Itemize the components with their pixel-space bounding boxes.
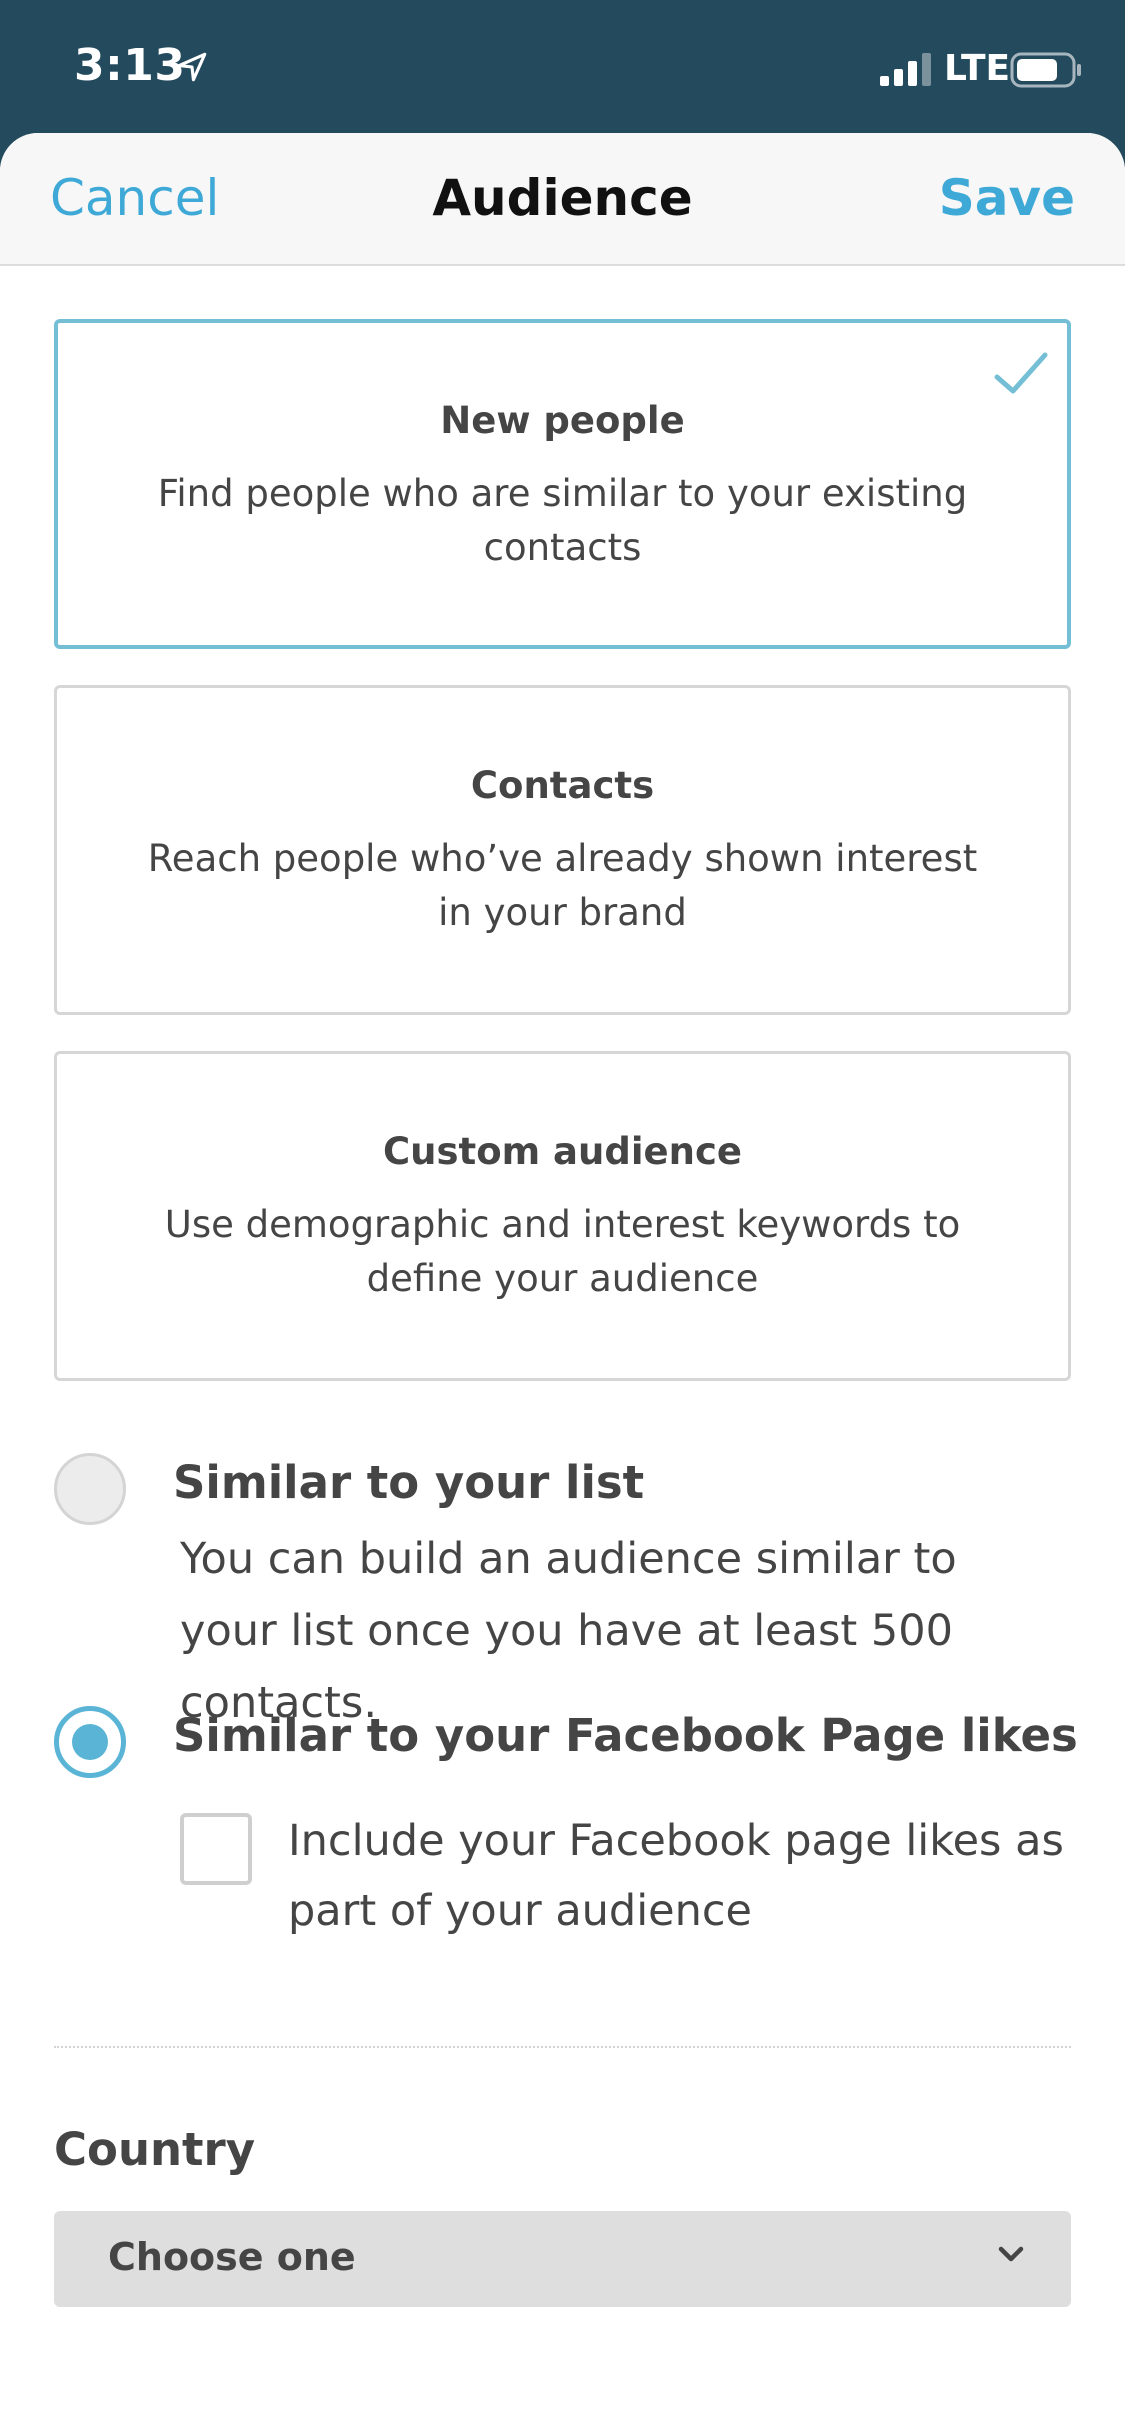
location-arrow-icon: [177, 52, 207, 82]
battery-icon: [1010, 52, 1081, 88]
audience-sheet: Cancel Audience Save New people Find peo…: [0, 133, 1125, 2436]
option-title: Contacts: [470, 764, 655, 807]
status-bar: 3:13 LTE: [0, 0, 1125, 133]
country-label: Country: [54, 2123, 256, 2176]
include-facebook-likes-label: Include your Facebook page likes as part…: [288, 1816, 1064, 1936]
save-button[interactable]: Save: [939, 169, 1075, 227]
radio-similar-to-facebook-likes[interactable]: [54, 1706, 126, 1778]
option-description: Find people who are similar to your exis…: [157, 472, 968, 569]
navigation-bar: Cancel Audience Save: [0, 133, 1125, 266]
radio-label-similar-to-list: Similar to your list: [173, 1456, 645, 1509]
include-facebook-likes-checkbox[interactable]: [180, 1813, 252, 1885]
country-select-value: Choose one: [108, 2235, 356, 2279]
chevron-down-icon: [998, 2246, 1024, 2262]
signal-icon: [880, 53, 931, 86]
network-type: LTE: [944, 48, 1011, 89]
divider: [54, 2046, 1071, 2048]
option-title: Custom audience: [383, 1130, 742, 1173]
option-card-new-people[interactable]: New people Find people who are similar t…: [54, 319, 1071, 649]
option-description: Reach people who’ve already shown intere…: [147, 837, 978, 934]
checkmark-icon: [994, 352, 1048, 394]
radio-similar-to-list[interactable]: [54, 1453, 126, 1525]
country-select[interactable]: Choose one: [54, 2211, 1071, 2307]
status-time: 3:13: [74, 40, 186, 91]
radio-label-similar-to-facebook-likes: Similar to your Facebook Page likes: [173, 1709, 1078, 1762]
option-title: New people: [440, 399, 685, 442]
option-description: Use demographic and interest keywords to…: [164, 1203, 961, 1300]
option-card-custom-audience[interactable]: Custom audience Use demographic and inte…: [54, 1051, 1071, 1381]
option-card-contacts[interactable]: Contacts Reach people who’ve already sho…: [54, 685, 1071, 1015]
radio-selected-dot: [72, 1724, 108, 1760]
radio-help-similar-to-list: You can build an audience similar to you…: [180, 1534, 957, 1728]
